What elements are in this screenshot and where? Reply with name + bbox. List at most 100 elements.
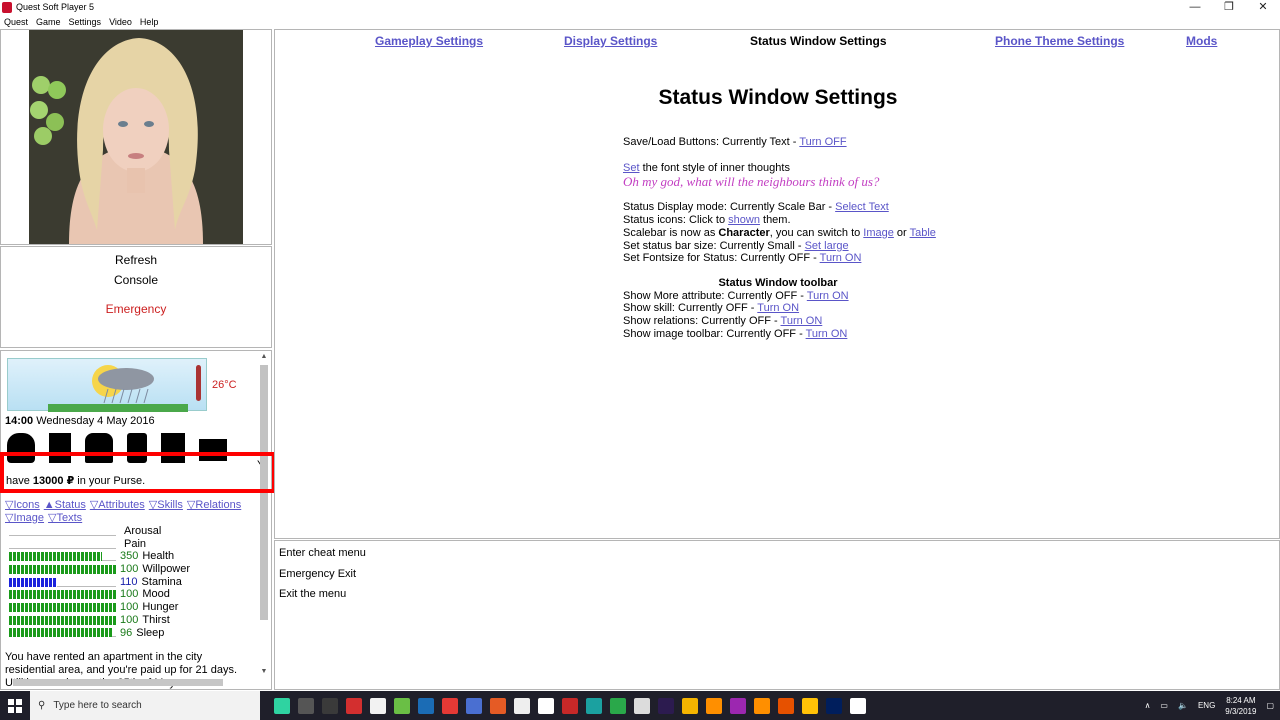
toolbar-section-title: Status Window toolbar <box>718 276 838 289</box>
taskbar: ⚲ Type here to search ∧ ▭ 🔈 ENG 8:24 AM … <box>0 691 1280 720</box>
character-icon[interactable] <box>7 433 35 463</box>
exit-menu-action[interactable]: Exit the menu <box>279 588 346 600</box>
stat-label: Health <box>142 550 175 563</box>
set-font-style-link[interactable]: Set <box>623 162 640 174</box>
app-icon <box>2 2 12 13</box>
relations-toggle[interactable]: Turn ON <box>781 315 823 327</box>
clock[interactable]: 8:24 AM 9/3/2019 <box>1225 695 1256 717</box>
skill-toggle[interactable]: Turn ON <box>757 302 799 314</box>
scroll-down-icon[interactable]: ▼ <box>259 668 269 678</box>
link-relations[interactable]: ▽Relations <box>187 499 241 511</box>
emergency-exit-action[interactable]: Emergency Exit <box>279 568 356 580</box>
stat-row-willpower: 100 Willpower <box>9 563 190 576</box>
taskbar-app-icon[interactable] <box>418 697 434 714</box>
link-status[interactable]: ▲Status <box>44 499 86 511</box>
taskbar-app-icon[interactable] <box>274 697 290 714</box>
taskbar-app-icon[interactable] <box>682 697 698 714</box>
refresh-link[interactable]: Refresh <box>1 253 271 267</box>
select-text-link[interactable]: Select Text <box>835 201 889 213</box>
close-button[interactable]: ✕ <box>1246 0 1280 15</box>
menu-quest[interactable]: Quest <box>4 15 28 29</box>
status-vertical-scrollbar[interactable]: ▲ ▼ <box>259 353 269 678</box>
link-icons[interactable]: ▽Icons <box>5 499 40 511</box>
link-skills[interactable]: ▽Skills <box>149 499 183 511</box>
notebook-icon[interactable] <box>49 433 71 463</box>
book-icon[interactable] <box>161 433 185 463</box>
hscroll-thumb[interactable] <box>13 679 223 686</box>
taskbar-app-icon[interactable] <box>538 697 554 714</box>
taskbar-app-icon[interactable] <box>394 697 410 714</box>
taskbar-app-icon[interactable] <box>346 697 362 714</box>
page-title: Status Window Settings <box>658 86 898 109</box>
save-load-toggle[interactable]: Turn OFF <box>799 136 846 148</box>
cheat-menu-action[interactable]: Enter cheat menu <box>279 547 366 559</box>
font-style-setting: Set the font style of inner thoughts <box>623 161 790 174</box>
menu-game[interactable]: Game <box>36 15 61 29</box>
status-horizontal-scrollbar[interactable] <box>3 677 259 687</box>
console-link[interactable]: Console <box>1 273 271 287</box>
taskbar-app-icon[interactable] <box>298 697 314 714</box>
taskbar-app-icon[interactable] <box>370 697 386 714</box>
start-button[interactable] <box>0 691 30 720</box>
fontsize-toggle[interactable]: Turn ON <box>820 252 862 264</box>
scroll-thumb[interactable] <box>260 365 268 620</box>
taskbar-app-icon[interactable] <box>802 697 818 714</box>
shown-link[interactable]: shown <box>728 214 760 226</box>
taskbar-search[interactable]: ⚲ Type here to search <box>30 691 260 720</box>
taskbar-app-icon[interactable] <box>322 697 338 714</box>
taskbar-app-icon[interactable] <box>754 697 770 714</box>
notifications-icon[interactable]: ▢ <box>1266 701 1274 710</box>
status-links: ▽Icons ▲Status ▽Attributes ▽Skills ▽Relation… <box>5 499 255 525</box>
taskbar-app-icon[interactable] <box>442 697 458 714</box>
stat-value: 350 <box>120 550 139 563</box>
stat-value: 100 <box>120 601 139 614</box>
more-attribute-toggle[interactable]: Turn ON <box>807 290 849 302</box>
taskbar-app-icon[interactable] <box>658 697 674 714</box>
link-image[interactable]: ▽Image <box>5 512 44 524</box>
tab-phone-theme-settings[interactable]: Phone Theme Settings <box>995 34 1124 48</box>
taskbar-app-icon[interactable] <box>466 697 482 714</box>
link-texts[interactable]: ▽Texts <box>48 512 82 524</box>
menu-bar: Quest Game Settings Video Help <box>0 15 1280 29</box>
tab-mods[interactable]: Mods <box>1186 34 1217 48</box>
menu-settings[interactable]: Settings <box>69 15 102 29</box>
menu-help[interactable]: Help <box>140 15 159 29</box>
taskbar-app-icon[interactable] <box>778 697 794 714</box>
list-icon[interactable] <box>199 439 227 461</box>
image-toolbar-toggle[interactable]: Turn ON <box>806 328 848 340</box>
maximize-button[interactable]: ❐ <box>1212 0 1246 15</box>
bag-icon[interactable] <box>85 433 113 463</box>
taskbar-app-icon[interactable] <box>490 697 506 714</box>
tab-display-settings[interactable]: Display Settings <box>564 34 657 48</box>
link-attributes[interactable]: ▽Attributes <box>90 499 145 511</box>
emergency-link[interactable]: Emergency <box>1 302 271 316</box>
image-link[interactable]: Image <box>863 227 894 239</box>
taskbar-app-icon[interactable] <box>586 697 602 714</box>
language-indicator[interactable]: ENG <box>1198 701 1215 710</box>
taskbar-app-icon[interactable] <box>514 697 530 714</box>
stat-bar-fill <box>9 564 116 574</box>
scroll-up-icon[interactable]: ▲ <box>259 353 269 363</box>
purse-text: have 13000 ₽ in your Purse. <box>6 475 146 487</box>
taskbar-app-icon[interactable] <box>706 697 722 714</box>
taskbar-app-icon[interactable] <box>730 697 746 714</box>
menu-video[interactable]: Video <box>109 15 132 29</box>
set-large-link[interactable]: Set large <box>805 240 849 252</box>
taskbar-app-icon[interactable] <box>610 697 626 714</box>
taskbar-app-icon[interactable] <box>562 697 578 714</box>
phone-icon[interactable] <box>127 433 147 463</box>
tray-chevron-icon[interactable]: ∧ <box>1145 701 1151 710</box>
taskbar-app-icon[interactable] <box>850 697 866 714</box>
more-attribute-setting: Show More attribute: Currently OFF - Tur… <box>623 289 849 302</box>
tab-gameplay-settings[interactable]: Gameplay Settings <box>375 34 483 48</box>
stat-value: 100 <box>120 563 139 576</box>
table-link[interactable]: Table <box>910 227 936 239</box>
network-icon[interactable]: ▭ <box>1160 701 1168 710</box>
stat-label: Hunger <box>142 601 179 614</box>
date-time: 14:00 Wednesday 4 May 2016 <box>5 415 155 427</box>
volume-icon[interactable]: 🔈 <box>1178 701 1188 710</box>
stat-list: Arousal Pain 350 Health 100 Willpower 110 Stami… <box>9 525 190 639</box>
minimize-button[interactable]: — <box>1178 0 1212 15</box>
taskbar-app-icon[interactable] <box>826 697 842 714</box>
taskbar-app-icon[interactable] <box>634 697 650 714</box>
